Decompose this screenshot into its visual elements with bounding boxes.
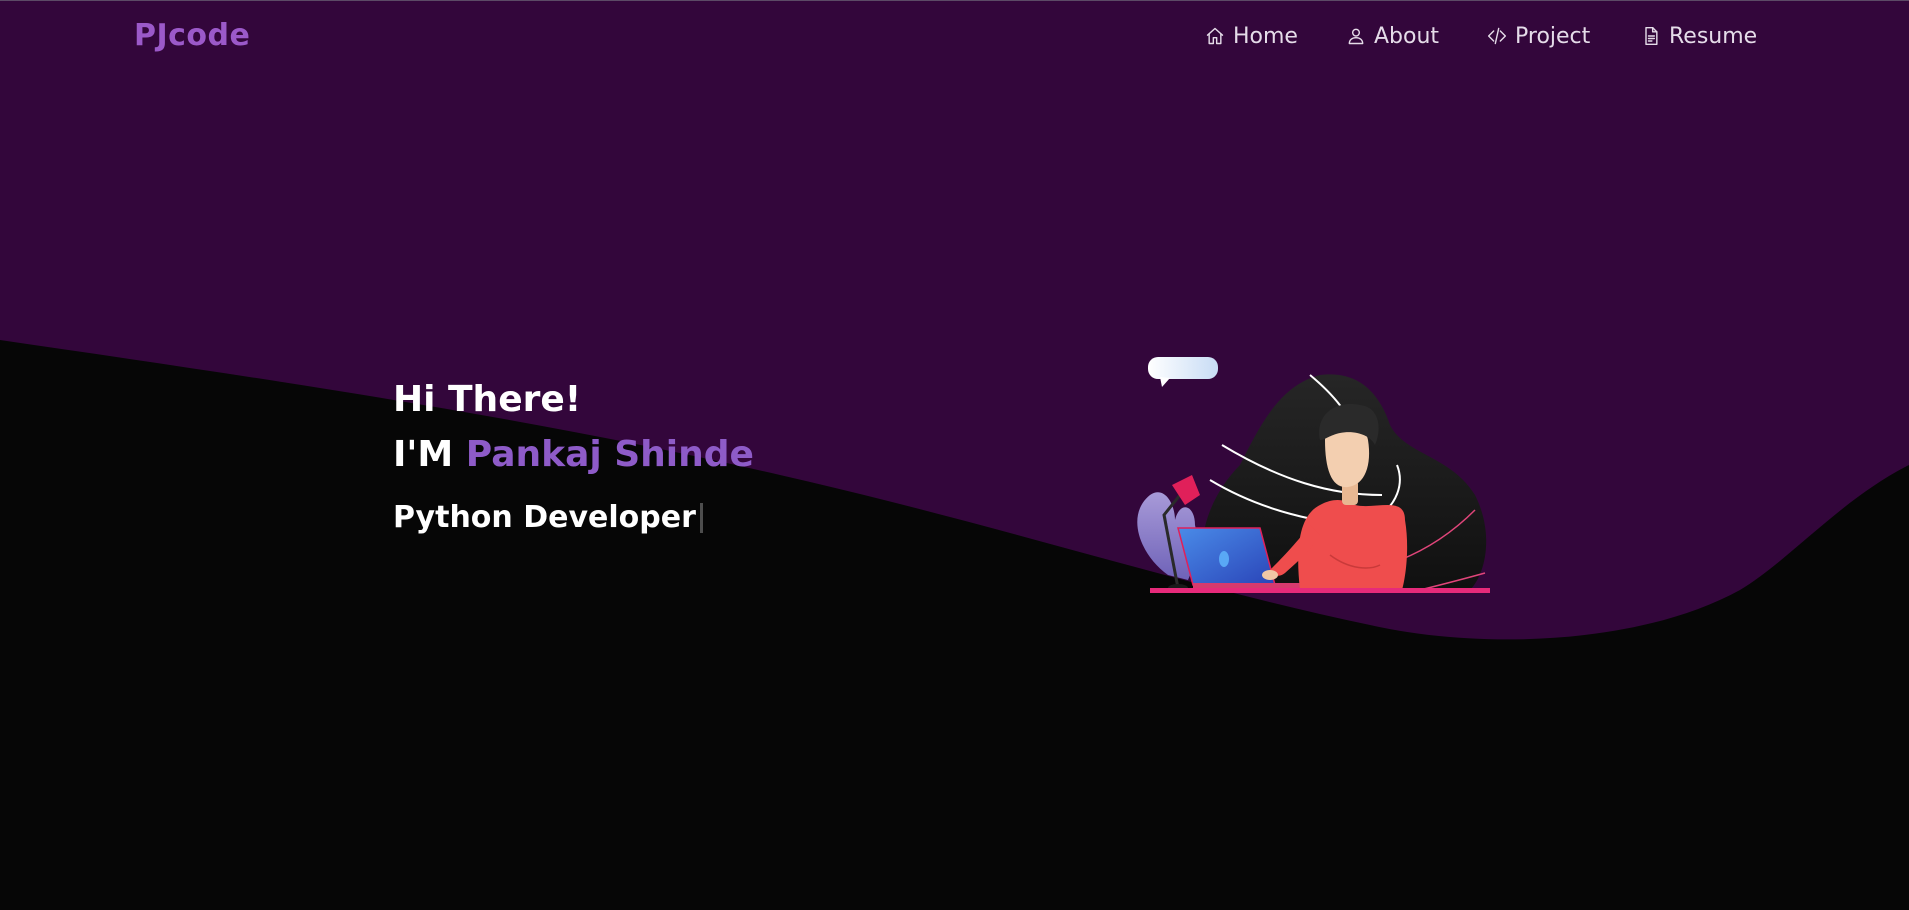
hero-introduction: I'M Pankaj Shinde	[393, 430, 754, 480]
document-icon	[1645, 26, 1658, 46]
typewriter-cursor	[699, 503, 703, 533]
nav-project-label: Project	[1515, 23, 1591, 49]
hero-greeting: Hi There!	[393, 379, 582, 420]
nav-home-link[interactable]: Home	[1205, 20, 1298, 52]
typewriter-role: Python Developer	[393, 498, 754, 538]
typed-role-text: Python Developer	[393, 500, 696, 535]
nav-about-link[interactable]: About	[1346, 20, 1439, 52]
user-icon	[1348, 28, 1364, 45]
top-border	[0, 0, 1909, 1]
nav-home-label: Home	[1233, 23, 1298, 49]
nav-about-label: About	[1374, 23, 1440, 49]
hero-background	[0, 0, 1909, 640]
code-icon	[1487, 27, 1507, 45]
nav-resume-label: Resume	[1669, 23, 1758, 49]
navbar: PJcode Home About Project Resume	[0, 0, 1909, 72]
hero-intro: Hi There! I'M Pankaj Shinde Python Devel…	[393, 375, 754, 538]
brand-logo[interactable]: PJcode	[134, 18, 250, 53]
intro-prefix: I'M	[393, 434, 454, 475]
nav-resume-link[interactable]: Resume	[1641, 20, 1757, 52]
hero-name: Pankaj Shinde	[465, 434, 754, 475]
nav-project-link[interactable]: Project	[1487, 20, 1590, 52]
developer-at-laptop-illustration	[1137, 357, 1490, 593]
home-icon	[1206, 27, 1224, 45]
